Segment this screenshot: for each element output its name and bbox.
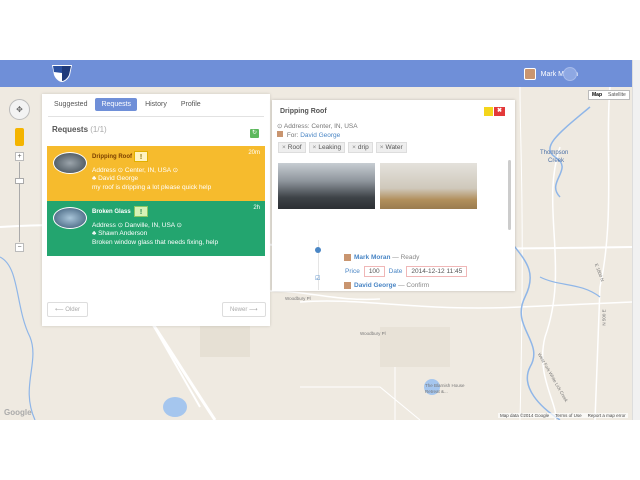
close-icon[interactable]: ✖ (494, 107, 505, 116)
map-label-creek: Creek (548, 158, 565, 164)
zoom-slider-track[interactable] (19, 162, 20, 242)
request-title[interactable]: Broken Glass (92, 209, 131, 215)
tag-item[interactable]: × Leaking (308, 142, 346, 153)
zoom-slider-handle[interactable] (15, 178, 24, 184)
request-title[interactable]: Dripping Roof (92, 154, 132, 160)
street-view-pegman-icon[interactable] (15, 128, 24, 146)
request-address: Address ⊙ Center, IN, USA ⊙ (92, 167, 179, 174)
requests-panel: Suggested Requests History Profile Reque… (42, 94, 270, 326)
for-label: For: (286, 132, 299, 139)
request-photo[interactable] (278, 163, 375, 209)
minimize-button[interactable] (484, 107, 493, 116)
tab-profile[interactable]: Profile (175, 98, 207, 111)
older-button[interactable]: ⟵ Older (47, 302, 88, 317)
timeline-check-icon: ☑ (315, 276, 321, 282)
request-description: my roof is dripping a lot please quick h… (92, 184, 212, 191)
map-label-woodbury2: Woodbury Pl (360, 331, 386, 336)
tag-label: drip (357, 144, 369, 151)
timeline-info-icon (315, 247, 321, 253)
request-address: Address ⊙ Danville, IN, USA ⊙ (92, 222, 183, 229)
timeline-name-link[interactable]: David George (354, 282, 396, 289)
map-type-map[interactable]: Map (589, 91, 605, 99)
map-label-thompson: Thompson (540, 150, 569, 156)
alert-badge-icon: ! (134, 151, 148, 162)
user-settings-icon[interactable] (563, 67, 577, 81)
detail-title: Dripping Roof (280, 108, 327, 115)
user-avatar (523, 68, 536, 80)
map-attribution: Map data ©2014 Google Terms of Use Repor… (498, 413, 628, 418)
tag-label: Roof (287, 144, 302, 151)
tag-label: Leaking (318, 144, 342, 151)
detail-scrollbar[interactable] (508, 160, 511, 230)
alert-badge-icon: ! (134, 206, 148, 217)
tab-suggested[interactable]: Suggested (48, 98, 93, 111)
attrib-report-link[interactable]: Report a map error (588, 413, 626, 418)
timeline-status: — Ready (392, 254, 420, 261)
request-photo[interactable] (380, 163, 477, 209)
request-card[interactable]: Broken Glass ! 2h Address ⊙ Danville, IN… (47, 201, 265, 256)
google-logo: Google (4, 408, 32, 417)
tab-requests[interactable]: Requests (95, 98, 138, 111)
timeline-entry-2: David George — Confirm (354, 282, 429, 289)
map-label-n500: N 500 E (601, 309, 607, 326)
tag-item[interactable]: × drip (348, 142, 373, 153)
date-label: Date (388, 268, 403, 275)
zoom-in-button[interactable]: + (15, 152, 24, 161)
tab-history[interactable]: History (139, 98, 173, 111)
page-footer-blank (0, 420, 640, 480)
request-time: 2h (253, 205, 260, 211)
pan-control-icon[interactable]: ✥ (9, 99, 30, 120)
timeline-entry-1: Mark Moran — Ready (354, 254, 419, 261)
page-scrollbar[interactable] (632, 60, 640, 420)
tag-item[interactable]: × Water (375, 142, 407, 153)
requests-title: Requests (52, 125, 89, 134)
request-thumbnail (53, 207, 87, 229)
map-type-satellite[interactable]: Satellite (605, 91, 629, 99)
detail-for: For: David George (277, 131, 340, 139)
request-person: ♣ Shawn Anderson (92, 230, 148, 237)
tag-label: Water (385, 144, 403, 151)
attrib-data: Map data ©2014 Google (500, 413, 550, 418)
timeline-status: — Confirm (398, 282, 430, 289)
app-logo-icon[interactable] (48, 63, 76, 83)
timeline-name-link[interactable]: Mark Moran (354, 254, 390, 261)
for-avatar (277, 131, 283, 137)
request-thumbnail (53, 152, 87, 174)
tag-remove-icon[interactable]: × (313, 144, 317, 151)
request-description: Broken window glass that needs fixing, h… (92, 239, 219, 246)
price-input[interactable]: 100 (363, 266, 385, 277)
date-input[interactable]: 2014-12-12 11:45 (406, 266, 468, 277)
request-card[interactable]: Dripping Roof ! 20m Address ⊙ Center, IN… (47, 146, 265, 201)
timeline-avatar (344, 282, 351, 289)
refresh-icon[interactable]: ↻ (250, 129, 259, 138)
for-name-link[interactable]: David George (300, 132, 340, 139)
detail-address: ⊙ Address: Center, IN, USA (277, 123, 358, 130)
attrib-terms-link[interactable]: Terms of Use (555, 413, 582, 418)
tag-remove-icon[interactable]: × (352, 144, 356, 151)
requests-count: (1/1) (90, 125, 107, 134)
zoom-out-button[interactable]: − (15, 243, 24, 252)
panel-tabs: Suggested Requests History Profile (48, 98, 207, 111)
tag-remove-icon[interactable]: × (380, 144, 384, 151)
request-detail-popup: Dripping Roof ✖ ⊙ Address: Center, IN, U… (272, 100, 515, 291)
price-label: Price (345, 268, 360, 275)
tag-list: × Roof × Leaking × drip × Water (278, 142, 407, 153)
request-time: 20m (248, 150, 260, 156)
request-person: ♣ David George (92, 175, 139, 182)
tag-item[interactable]: × Roof (278, 142, 306, 153)
timeline-price-row: Price 100 Date 2014-12-12 11:45 (345, 266, 468, 277)
map-type-toggle[interactable]: Map Satellite (588, 90, 630, 100)
map-label-blarney: The Blarnish House Retreat &... (425, 383, 465, 394)
tab-divider (48, 116, 264, 117)
tag-remove-icon[interactable]: × (282, 144, 286, 151)
newer-button[interactable]: Newer ⟶ (222, 302, 266, 317)
timeline-avatar (344, 254, 351, 261)
map-label-woodbury: Woodbury Pl (285, 296, 311, 301)
requests-heading: Requests (1/1) (52, 125, 107, 134)
